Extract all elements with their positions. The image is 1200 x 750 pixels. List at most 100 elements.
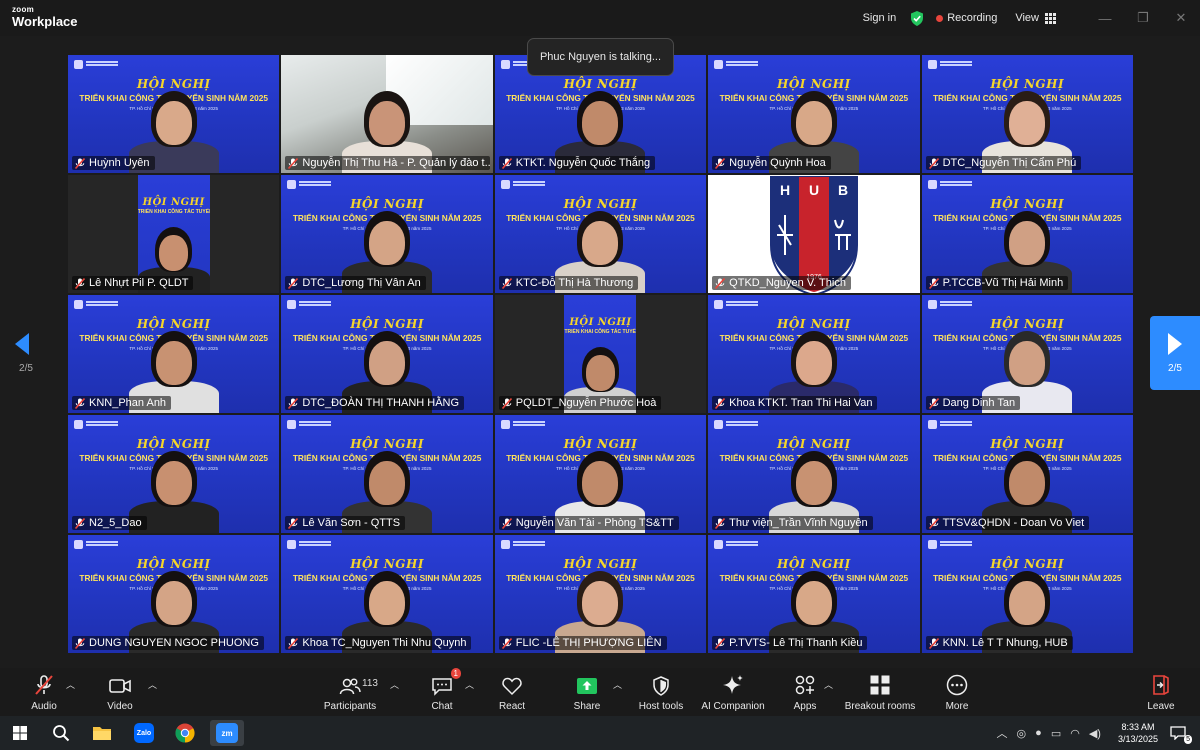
school-crest-icon [927, 60, 937, 69]
participant-name-tag: Khoa KTKT. Tran Thi Hai Van [712, 396, 878, 410]
school-name-lines [512, 541, 545, 543]
video-tile[interactable]: HỘI NGHỊTRIỂN KHAI CÔNG TÁC TUYỂN SINH N… [280, 534, 494, 654]
video-tile[interactable]: HỘI NGHỊTRIỂN KHAI CÔNG TÁC TUYỂN SINH N… [920, 414, 1134, 534]
shield-check-icon[interactable] [910, 10, 924, 26]
video-tile[interactable]: HỘI NGHỊTRIỂN KHAI CÔNG TÁC TUYỂN SINH N… [920, 174, 1134, 294]
next-page-button[interactable]: 2/5 [1150, 316, 1200, 390]
participant-name-tag: QTKD_Nguyen V. Thich [712, 276, 851, 290]
tray-microphone-icon[interactable]: ● [1035, 727, 1042, 739]
participant-name: Lê Nhựt Pil P. QLDT [89, 277, 189, 289]
windows-start-button[interactable] [7, 720, 33, 746]
video-tile[interactable]: HỘI NGHỊTRIỂN KHAI CÔNG TÁC TUYỂN SINH N… [707, 414, 921, 534]
previous-page-button[interactable]: 2/5 [0, 316, 52, 390]
apps-caret-icon[interactable]: ︿ [824, 678, 833, 691]
react-button[interactable]: React [496, 672, 528, 712]
participant-name: Lê Văn Sơn - QTTS [302, 517, 401, 529]
maximize-button[interactable]: ❐ [1124, 10, 1162, 26]
tray-overflow-chevron-icon[interactable]: ︿ [997, 725, 1008, 741]
video-options-caret-icon[interactable]: ︿ [148, 678, 157, 691]
tray-app-icon[interactable]: ◎ [1017, 727, 1027, 740]
view-button[interactable]: View [1015, 12, 1056, 24]
participant-name: QTKD_Nguyen V. Thich [729, 277, 846, 289]
banner-title: HỘI NGHỊ [569, 317, 632, 328]
audio-button[interactable]: Audio [27, 672, 61, 712]
apps-label: Apps [793, 701, 817, 712]
participant-name: P.TCCB-Vũ Thị Hải Minh [942, 277, 1064, 289]
school-name-lines [939, 301, 972, 303]
video-button[interactable]: Video [103, 672, 137, 712]
video-tile[interactable]: HỘI NGHỊTRIỂN KHAI CÔNG TÁC TUYỂN SINH N… [493, 414, 708, 534]
video-tile[interactable]: HỘI NGHỊTRIỂN KHAI CÔNG TÁC TUYỂN SINH N… [707, 534, 921, 654]
video-tile[interactable]: HỘI NGHỊTRIỂN KHAI CÔNG TÁC TUYỂN SINH N… [67, 174, 281, 294]
school-name-lines [726, 421, 759, 423]
video-tile[interactable]: HỘI NGHỊTRIỂN KHAI CÔNG TÁC TUYỂN SINH N… [280, 174, 494, 294]
school-crest-icon [714, 60, 724, 69]
taskbar-chrome[interactable] [172, 720, 198, 746]
breakout-rooms-button[interactable]: Breakout rooms [844, 672, 916, 712]
chat-button[interactable]: 1 Chat [428, 668, 461, 712]
tray-volume-icon[interactable]: ◀) [1089, 727, 1101, 740]
video-tile[interactable]: Nguyễn Thị Thu Hà - P. Quản lý đào t... [280, 54, 494, 174]
tray-wifi-icon[interactable]: ◠ [1070, 727, 1080, 740]
participant-name-tag: KTC-Đỗ Thị Hà Thương [498, 276, 639, 290]
video-tile[interactable]: HỘI NGHỊTRIỂN KHAI CÔNG TÁC TUYỂN SINH N… [707, 294, 921, 414]
banner-title: HỘI NGHỊ [142, 197, 205, 208]
participant-name: Huỳnh Uyên [89, 157, 150, 169]
video-tile[interactable]: HUB1976QTKD_Nguyen V. Thich [707, 174, 921, 294]
school-crest-icon [927, 300, 937, 309]
school-name-lines [726, 61, 759, 63]
sign-in-link[interactable]: Sign in [863, 12, 897, 24]
taskbar-file-explorer[interactable] [89, 720, 115, 746]
more-button[interactable]: More [943, 672, 971, 712]
apps-button[interactable]: Apps [790, 672, 820, 712]
participants-icon [339, 672, 361, 696]
zoom-app-icon: zm [216, 723, 238, 743]
taskbar-search-button[interactable] [48, 720, 74, 746]
grid-view-icon [1045, 12, 1056, 24]
school-crest-icon [74, 300, 83, 309]
school-crest-icon [287, 540, 297, 549]
share-caret-icon[interactable]: ︿ [613, 678, 622, 691]
video-tile[interactable]: HỘI NGHỊTRIỂN KHAI CÔNG TÁC TUYỂN SINH N… [67, 534, 281, 654]
video-tile[interactable]: HỘI NGHỊTRIỂN KHAI CÔNG TÁC TUYỂN SINH N… [280, 414, 494, 534]
participant-name: DTC_ĐOÀN THỊ THANH HẰNG [302, 397, 460, 409]
video-tile[interactable]: HỘI NGHỊTRIỂN KHAI CÔNG TÁC TUYỂN SINH N… [920, 534, 1134, 654]
video-tile[interactable]: HỘI NGHỊTRIỂN KHAI CÔNG TÁC TUYỂN SINH N… [493, 534, 708, 654]
video-tile[interactable]: HỘI NGHỊTRIỂN KHAI CÔNG TÁC TUYỂN SINH N… [67, 294, 281, 414]
ai-companion-button[interactable]: AI Companion [698, 672, 768, 712]
video-tile[interactable]: HỘI NGHỊTRIỂN KHAI CÔNG TÁC TUYỂN SINH N… [493, 294, 708, 414]
video-tile[interactable]: HỘI NGHỊTRIỂN KHAI CÔNG TÁC TUYỂN SINH N… [493, 174, 708, 294]
zoom-workplace-logo: zoom Workplace [12, 6, 78, 29]
video-tile[interactable]: HỘI NGHỊTRIỂN KHAI CÔNG TÁC TUYỂN SINH N… [67, 414, 281, 534]
school-crest-icon [714, 300, 724, 309]
school-name-lines [299, 541, 332, 543]
participant-name-tag: Nguyễn Văn Tài - Phòng TS&TT [498, 516, 679, 530]
school-name-lines [512, 421, 545, 423]
leave-button[interactable]: Leave [1146, 672, 1176, 712]
school-crest-icon [500, 540, 510, 549]
video-tile[interactable]: HỘI NGHỊTRIỂN KHAI CÔNG TÁC TUYỂN SINH N… [280, 294, 494, 414]
host-tools-button[interactable]: Host tools [636, 672, 686, 712]
participants-caret-icon[interactable]: ︿ [390, 678, 399, 691]
minimize-button[interactable]: — [1086, 11, 1124, 26]
breakout-rooms-icon [869, 672, 891, 696]
taskbar-clock[interactable]: 8:33 AM 3/13/2025 [1118, 721, 1158, 745]
page-indicator-left: 2/5 [19, 362, 33, 374]
chat-caret-icon[interactable]: ︿ [465, 678, 474, 691]
video-tile[interactable]: HỘI NGHỊTRIỂN KHAI CÔNG TÁC TUYỂN SINH N… [920, 294, 1134, 414]
notification-center-button[interactable]: 5 [1170, 726, 1192, 744]
ai-companion-label: AI Companion [701, 701, 765, 712]
participant-name-tag: PQLDT_Nguyễn Phước Hoà [498, 396, 662, 410]
participant-name-tag: Nguyễn Thị Thu Hà - P. Quản lý đào t... [285, 156, 491, 170]
close-window-button[interactable]: ✕ [1162, 10, 1200, 26]
recording-indicator[interactable]: Recording [947, 12, 997, 24]
audio-options-caret-icon[interactable]: ︿ [66, 678, 75, 691]
school-name-lines [726, 301, 759, 303]
video-tile[interactable]: HỘI NGHỊTRIỂN KHAI CÔNG TÁC TUYỂN SINH N… [707, 54, 921, 174]
tray-network-icon[interactable]: ▭ [1051, 727, 1061, 740]
taskbar-zoom[interactable]: zm [210, 720, 244, 746]
video-tile[interactable]: HỘI NGHỊTRIỂN KHAI CÔNG TÁC TUYỂN SINH N… [67, 54, 281, 174]
video-tile[interactable]: HỘI NGHỊTRIỂN KHAI CÔNG TÁC TUYỂN SINH N… [920, 54, 1134, 174]
taskbar-zalo[interactable]: Zalo [131, 720, 157, 746]
share-button[interactable]: Share [572, 672, 602, 712]
